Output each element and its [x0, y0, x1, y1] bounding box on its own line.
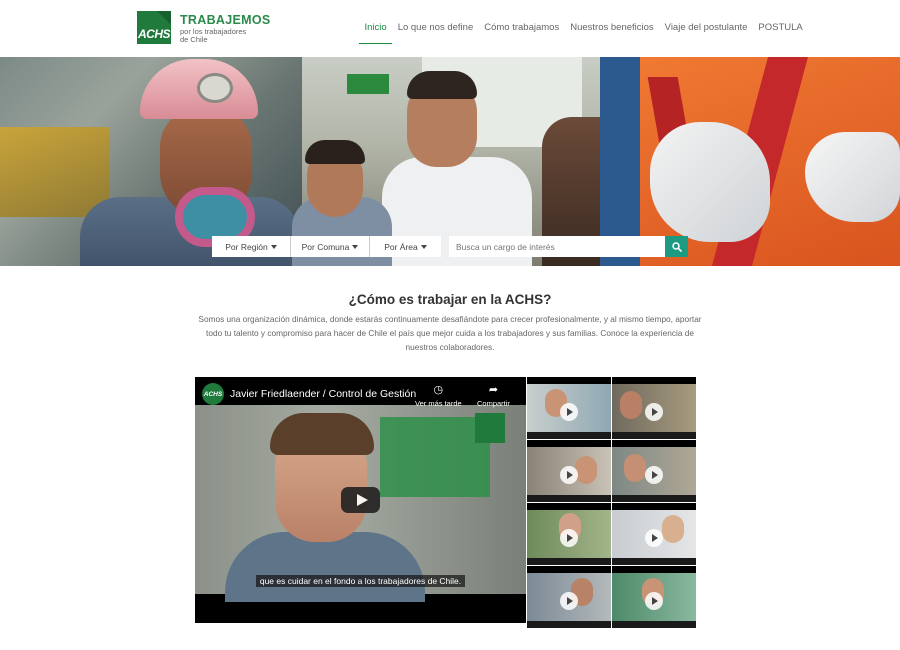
play-button[interactable] [341, 487, 380, 513]
caret-down-icon [270, 244, 277, 249]
filter-area-dropdown[interactable]: Por Área [370, 236, 441, 257]
achs-logo[interactable]: ACHS [137, 11, 171, 44]
search-button[interactable] [665, 236, 688, 257]
play-icon [560, 466, 578, 484]
achs-wall-sign [380, 417, 490, 497]
filter-area-label: Por Área [384, 241, 418, 252]
job-search-input[interactable] [449, 236, 665, 257]
filter-region-label: Por Región [225, 241, 268, 252]
filter-comuna-label: Por Comuna [301, 241, 350, 252]
play-icon [560, 529, 578, 547]
play-icon [560, 592, 578, 610]
watch-later-label: Ver más tarde [415, 399, 462, 408]
site-header: ACHS TRABAJEMOS por los trabajadores de … [0, 0, 900, 57]
video-title[interactable]: Javier Friedlaender / Control de Gestión [230, 388, 416, 400]
share-label: Compartir [477, 399, 510, 408]
play-icon [645, 466, 663, 484]
logo-mark-text: ACHS [137, 27, 171, 41]
video-thumb-5[interactable] [527, 503, 611, 565]
nav-item-como-trabajamos[interactable]: Cómo trabajamos [479, 18, 565, 44]
brand-text[interactable]: TRABAJEMOS por los trabajadores de Chile [180, 14, 271, 44]
video-thumb-1[interactable] [527, 377, 611, 439]
video-thumb-6[interactable] [612, 503, 696, 565]
play-icon [645, 592, 663, 610]
search-icon [671, 241, 682, 252]
job-search-filters: Por Región Por Comuna Por Área [212, 236, 441, 257]
hero-photo-safety-gear [600, 57, 900, 266]
video-thumb-2[interactable] [612, 377, 696, 439]
hero-photo-office [292, 57, 602, 266]
filter-region-dropdown[interactable]: Por Región [212, 236, 291, 257]
nav-item-lo-que-nos-define[interactable]: Lo que nos define [392, 18, 479, 44]
video-thumb-3[interactable] [527, 440, 611, 502]
video-thumbnail-grid [527, 377, 696, 628]
share-icon: ➦ [488, 384, 499, 396]
share-button[interactable]: ➦ Compartir [477, 384, 510, 408]
nav-item-postula[interactable]: POSTULA [753, 18, 808, 44]
section-description: Somos una organización dinámica, donde e… [198, 314, 702, 352]
nav-item-inicio[interactable]: Inicio [359, 18, 393, 44]
achs-watermark [475, 413, 505, 443]
video-caption: que es cuidar en el fondo a los trabajad… [195, 571, 526, 589]
video-thumb-7[interactable] [527, 566, 611, 628]
hero-photo-miner [0, 57, 302, 266]
video-thumb-8[interactable] [612, 566, 696, 628]
hero-banner [0, 57, 900, 266]
nav-item-viaje-del-postulante[interactable]: Viaje del postulante [659, 18, 753, 44]
video-player[interactable]: ACHS Javier Friedlaender / Control de Ge… [195, 377, 526, 623]
section-title: ¿Cómo es trabajar en la ACHS? [348, 292, 552, 307]
play-icon [645, 529, 663, 547]
brand-subtitle-2: de Chile [180, 35, 208, 44]
video-thumb-4[interactable] [612, 440, 696, 502]
play-icon [560, 403, 578, 421]
channel-avatar-text: ACHS [203, 390, 223, 398]
caret-down-icon [420, 244, 427, 249]
nav-item-nuestros-beneficios[interactable]: Nuestros beneficios [565, 18, 659, 44]
watch-later-button[interactable]: ◷ Ver más tarde [415, 384, 462, 408]
caption-text: que es cuidar en el fondo a los trabajad… [255, 575, 466, 587]
brand-title: TRABAJEMOS [180, 13, 271, 27]
channel-avatar[interactable]: ACHS [202, 383, 224, 405]
clock-icon: ◷ [433, 384, 444, 396]
play-icon [645, 403, 663, 421]
filter-comuna-dropdown[interactable]: Por Comuna [291, 236, 370, 257]
video-title-bar: ACHS Javier Friedlaender / Control de Ge… [195, 377, 526, 408]
main-nav: Inicio Lo que nos define Cómo trabajamos… [359, 18, 808, 44]
caret-down-icon [352, 244, 359, 249]
